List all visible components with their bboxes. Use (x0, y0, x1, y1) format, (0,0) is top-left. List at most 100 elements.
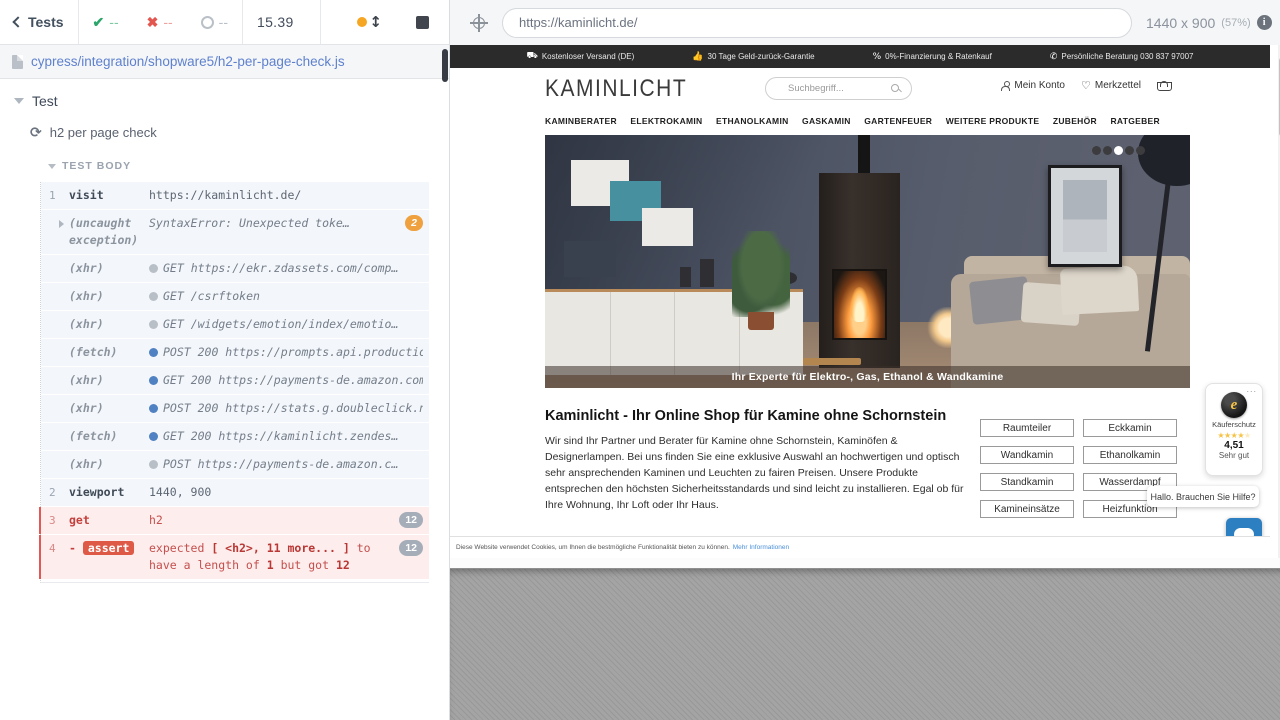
suite-title: Test (32, 93, 58, 109)
nav-item-elektrokamin[interactable]: ELEKTROKAMIN (630, 116, 702, 126)
gray-status-dot-icon (149, 292, 158, 301)
star-icon: ★ (1224, 431, 1231, 440)
test-row[interactable]: ⟳ h2 per page check (0, 115, 449, 146)
command-message: SyntaxError: Unexpected toke…2 (149, 215, 423, 232)
star-icon: ★ (1237, 431, 1244, 440)
search-placeholder: Suchbegriff... (788, 83, 844, 94)
cart-icon[interactable] (1157, 81, 1170, 91)
command-row[interactable]: 2viewport1440, 900 (41, 479, 429, 506)
carousel-dot-3[interactable] (1114, 146, 1123, 155)
command-message: GET /widgets/emotion/index/emotio… (149, 316, 423, 333)
percent-icon: % (873, 52, 882, 62)
wishlist-link[interactable]: ♡ Merkzettel (1081, 79, 1141, 92)
topbar-item: ✆Persönliche Beratung 030 837 97007 (1050, 52, 1194, 62)
command-name: viewport (69, 484, 149, 501)
trust-stars: ★★★★★ (1206, 431, 1262, 440)
back-to-tests-button[interactable]: Tests (0, 0, 78, 44)
topbar-item: ⛟Kostenloser Versand (DE) (526, 51, 634, 62)
account-link[interactable]: Mein Konto (1001, 80, 1065, 91)
stop-icon (416, 16, 429, 29)
circle-icon (201, 16, 214, 29)
carousel-dot-5[interactable] (1136, 146, 1145, 155)
command-row[interactable]: 1visithttps://kaminlicht.de/ (41, 182, 429, 209)
carousel-dot-2[interactable] (1103, 146, 1112, 155)
carousel-dot-1[interactable] (1092, 146, 1101, 155)
carousel-dot-4[interactable] (1125, 146, 1134, 155)
suite-row[interactable]: Test (0, 79, 449, 115)
nav-item-ratgeber[interactable]: RATGEBER (1110, 116, 1159, 126)
seo-heading: Kaminlicht - Ihr Online Shop für Kamine … (545, 408, 946, 424)
nav-item-gaskamin[interactable]: GASKAMIN (802, 116, 851, 126)
nav-item-weitere-produkte[interactable]: WEITERE PRODUKTE (946, 116, 1040, 126)
command-row[interactable]: 3geth212 (39, 507, 429, 534)
recording-dot-icon (357, 17, 367, 27)
site-nav: KAMINBERATER ELEKTROKAMIN ETHANOLKAMIN GASK… (450, 108, 1270, 133)
cookie-bar: Diese Website verwendet Cookies, um Ihne… (450, 536, 1270, 558)
search-input[interactable]: Suchbegriff... (765, 77, 912, 100)
search-icon (891, 84, 901, 94)
command-row[interactable]: (fetch)POST 200 https://prompts.api.prod… (41, 339, 429, 366)
trusted-shops-widget[interactable]: ... Käuferschutz ★★★★★ 4,51 Sehr gut (1205, 383, 1263, 476)
reporter-scrollbar-thumb[interactable] (442, 49, 448, 82)
category-button-raumteiler[interactable]: Raumteiler (980, 419, 1074, 437)
failed-value: -- (163, 14, 172, 30)
test-body-header[interactable]: TEST BODY (0, 146, 449, 178)
cookie-text: Diese Website verwendet Cookies, um Ihne… (456, 544, 730, 551)
category-button-eckkamin[interactable]: Eckkamin (1083, 419, 1177, 437)
command-message: POST 200 https://stats.g.doubleclick.net… (149, 400, 423, 417)
gray-status-dot-icon (149, 460, 158, 469)
selector-playground-icon[interactable] (470, 14, 488, 32)
viewport-info: 1440 x 900 (57%) i (1146, 15, 1278, 31)
nav-item-ethanolkamin[interactable]: ETHANOLKAMIN (716, 116, 789, 126)
autoscroll-toggle[interactable]: ↕ (343, 0, 396, 44)
trust-menu-dots[interactable]: ... (1246, 384, 1257, 394)
wishlist-label: Merkzettel (1095, 80, 1141, 91)
command-number: 1 (41, 187, 69, 204)
command-number: 3 (41, 512, 69, 529)
command-row[interactable]: (xhr)GET 200 https://payments-de.amazon.… (41, 367, 429, 394)
command-row[interactable]: (xhr)GET /widgets/emotion/index/emotio… (41, 311, 429, 338)
hero-picture-frame (1048, 165, 1122, 266)
command-row[interactable]: (uncaught exception)SyntaxError: Unexpec… (41, 210, 429, 254)
viewport-dimensions: 1440 x 900 (1146, 15, 1215, 31)
command-row[interactable]: (xhr)GET /csrftoken (41, 283, 429, 310)
seo-paragraph: Wir sind Ihr Partner und Berater für Kam… (545, 433, 973, 513)
spec-path-link[interactable]: cypress/integration/shopware5/h2-per-pag… (31, 54, 345, 69)
stop-button[interactable] (396, 0, 449, 44)
nav-item-kaminberater[interactable]: KAMINBERATER (545, 116, 617, 126)
category-button-standkamin[interactable]: Standkamin (980, 473, 1074, 491)
category-button-kamineins-tze[interactable]: Kamineinsätze (980, 500, 1074, 518)
command-row[interactable]: (xhr)POST https://payments-de.amazon.c… (41, 451, 429, 478)
viewport-zoom: (57%) (1221, 17, 1250, 29)
command-row[interactable]: (xhr)POST 200 https://stats.g.doubleclic… (41, 395, 429, 422)
carousel-dots (1092, 146, 1145, 155)
url-bar[interactable]: https://kaminlicht.de/ (502, 8, 1132, 38)
category-button-ethanolkamin[interactable]: Ethanolkamin (1083, 446, 1177, 464)
nav-item-gartenfeuer[interactable]: GARTENFEUER (864, 116, 932, 126)
topbar-item-label: Persönliche Beratung 030 837 97007 (1061, 52, 1193, 61)
blue-status-dot-icon (149, 432, 158, 441)
command-name: (uncaught exception) (69, 215, 149, 249)
thumbs-up-icon: 👍 (692, 52, 703, 62)
category-button-wandkamin[interactable]: Wandkamin (980, 446, 1074, 464)
nav-item-zubeh-r[interactable]: ZUBEHÖR (1053, 116, 1097, 126)
gray-status-dot-icon (149, 264, 158, 273)
star-icon: ★ (1217, 431, 1224, 440)
command-message: expected [ <h2>, 11 more... ] to have a … (149, 540, 423, 574)
command-row[interactable]: (xhr)GET https://ekr.zdassets.com/comp… (41, 255, 429, 282)
site-bottom-strip (450, 558, 1280, 568)
command-message: POST 200 https://prompts.api.production.… (149, 344, 423, 361)
cookie-more-info-link[interactable]: Mehr Informationen (733, 544, 789, 551)
pending-count: -- (187, 0, 242, 44)
trust-rating: 4,51 (1206, 440, 1262, 451)
command-row[interactable]: 4- assertexpected [ <h2>, 11 more... ] t… (39, 535, 429, 579)
command-name: (xhr) (69, 316, 149, 333)
reporter-panel: Tests ✔ -- ✖ -- -- 15.39 ↕ (0, 0, 450, 720)
passed-count: ✔ -- (79, 0, 133, 44)
trusted-shops-badge-icon (1221, 392, 1247, 418)
hero-slider[interactable]: Ihr Experte für Elektro-, Gas, Ethanol &… (545, 135, 1190, 388)
info-icon[interactable]: i (1257, 15, 1272, 30)
site-logo[interactable]: KAMINLICHT (545, 75, 687, 103)
command-row[interactable]: (fetch)GET 200 https://kaminlicht.zendes… (41, 423, 429, 450)
command-message: https://kaminlicht.de/ (149, 187, 423, 204)
